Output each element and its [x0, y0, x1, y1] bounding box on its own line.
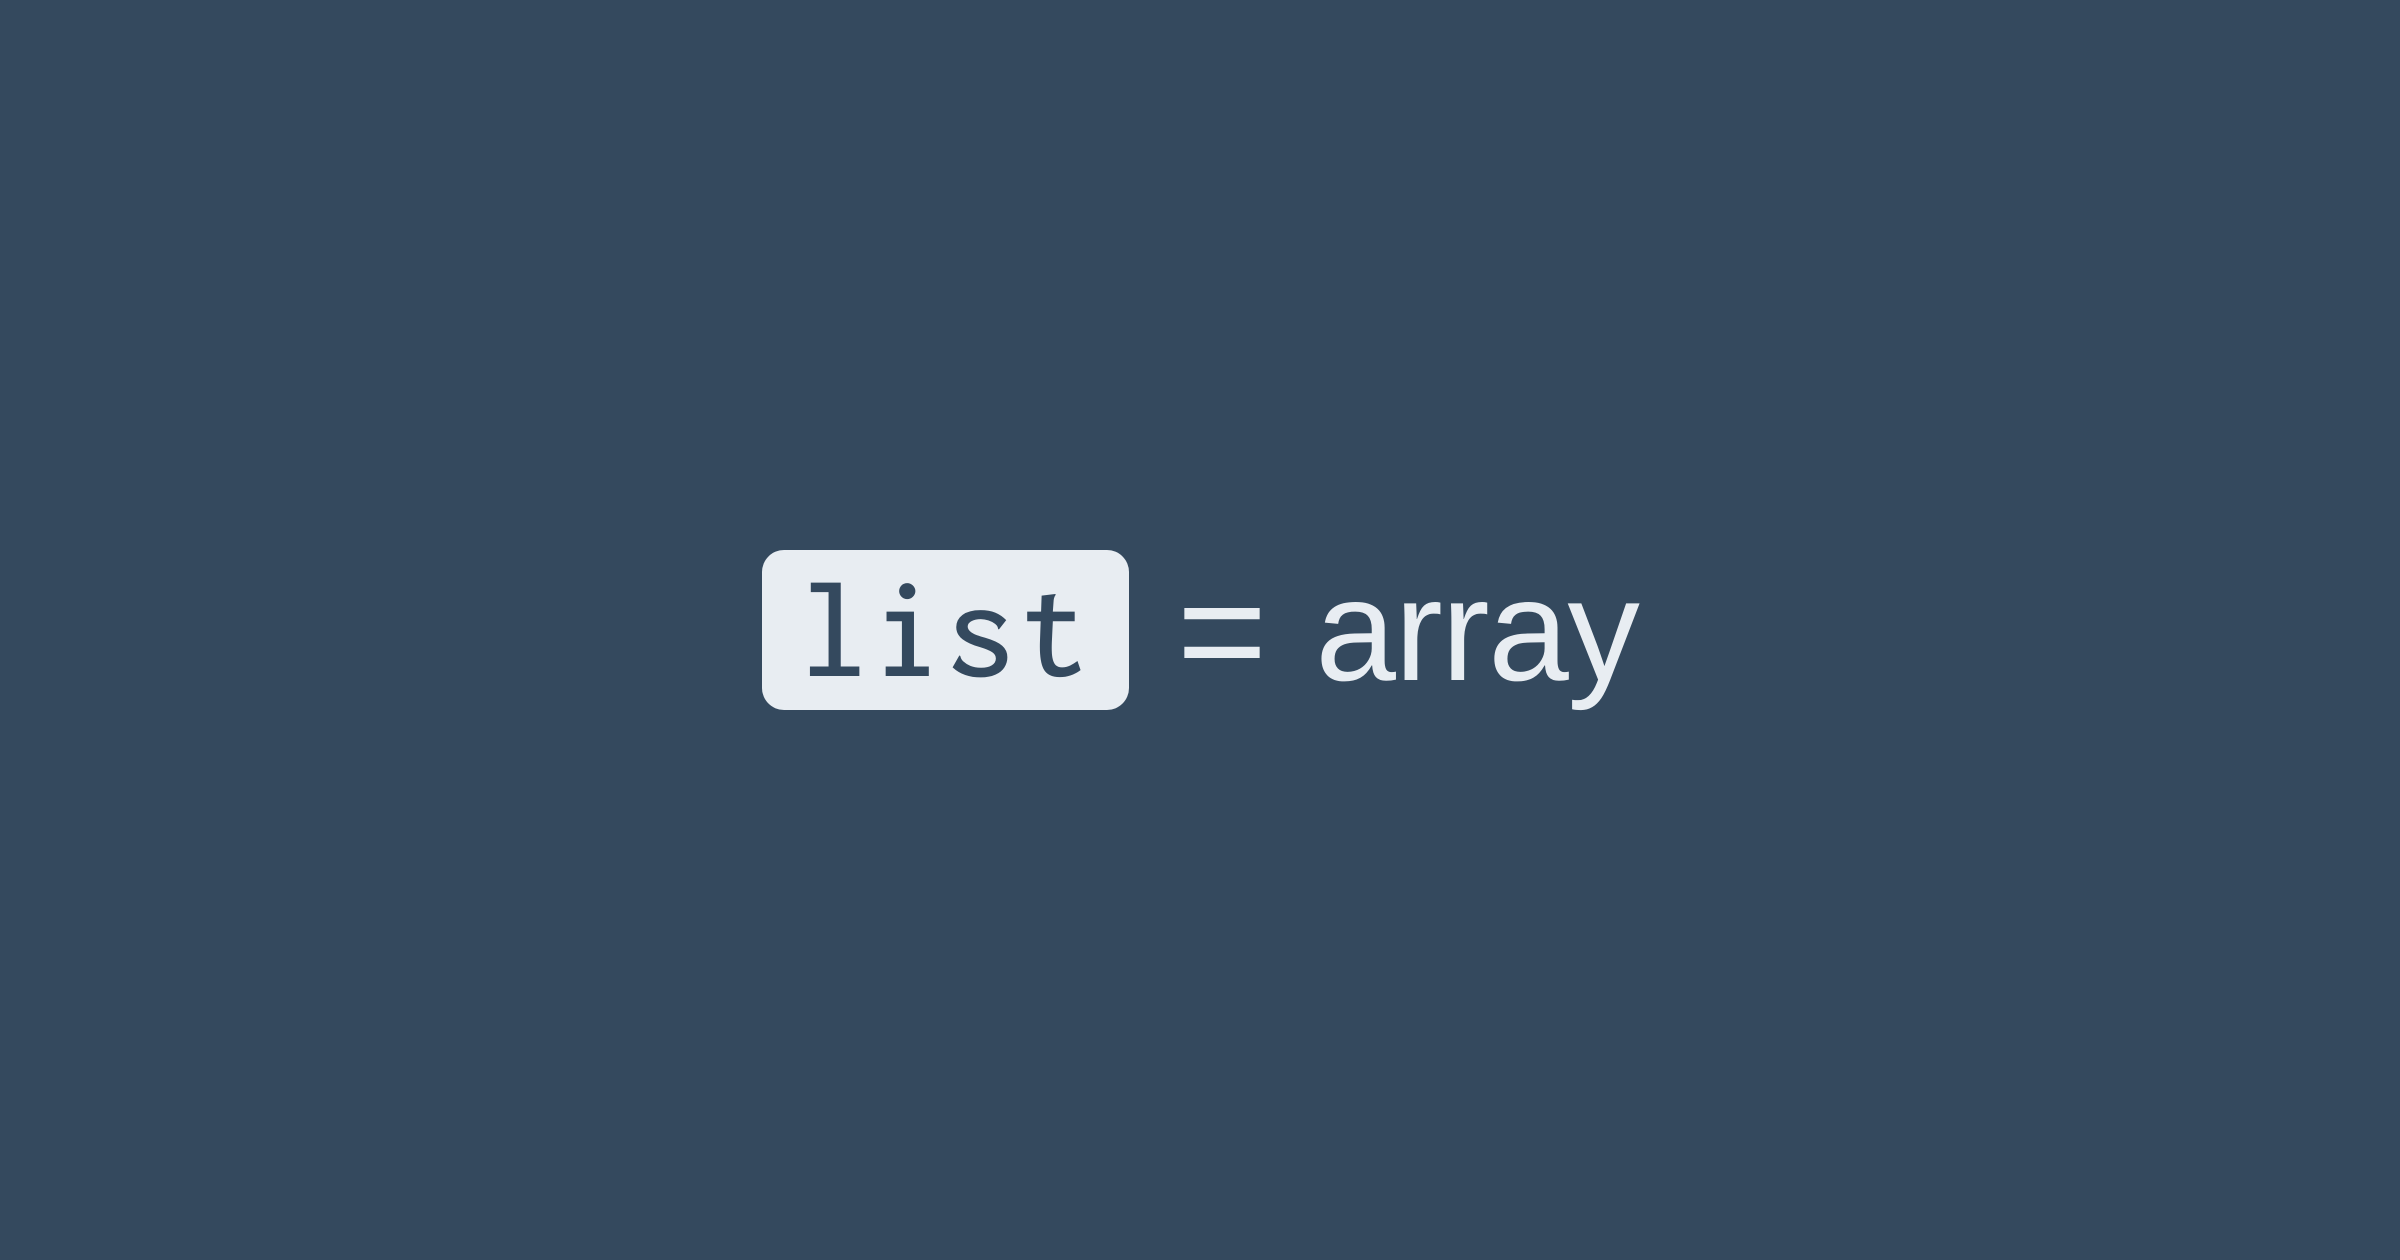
array-term-text: array [1315, 558, 1638, 703]
equals-operator: = [1177, 553, 1268, 708]
list-term-box: list [762, 550, 1129, 710]
equation-container: list = array [762, 550, 1639, 710]
list-term-text: list [800, 556, 1091, 703]
